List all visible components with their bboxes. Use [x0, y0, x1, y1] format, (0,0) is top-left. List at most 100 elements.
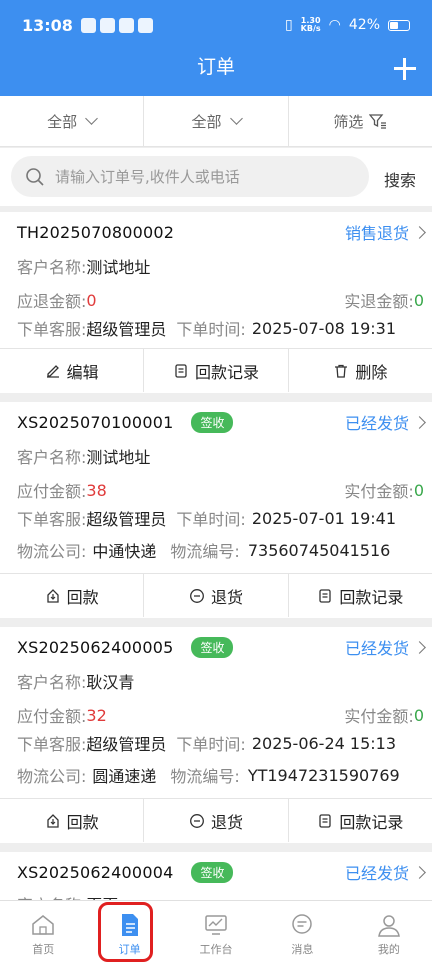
order-status-label: 销售退货 — [344, 224, 409, 243]
battery-icon — [388, 19, 410, 31]
tab-label: 工作台 — [199, 943, 233, 956]
order-number: TH2025070800002 — [17, 222, 175, 242]
record-icon — [175, 363, 187, 378]
order-time: 2025-07-08 19:31 — [251, 318, 397, 338]
tab-messages[interactable]: 消息 — [259, 901, 345, 964]
customer-label: 客户名称: — [17, 673, 87, 692]
page-title: 订单 — [196, 56, 235, 78]
due-label: 应付金额: — [17, 482, 87, 501]
status-time: 13:08 — [22, 15, 73, 35]
chevron-right-icon — [413, 415, 426, 429]
staff-name: 超级管理员 — [86, 735, 167, 754]
payment-icon — [47, 813, 59, 828]
return-button[interactable]: 退货 — [144, 574, 289, 617]
time-label: 下单时间: — [176, 510, 246, 529]
order-number: XS2025062400005 — [17, 637, 174, 657]
tracking-label: 物流编号: — [170, 542, 240, 561]
tab-label: 消息 — [291, 943, 314, 956]
tracking-number: 73560745041516 — [247, 540, 391, 560]
amount-paid: 0 — [413, 480, 424, 500]
order-status[interactable]: 已经发货 — [344, 860, 426, 884]
order-actions: 编辑 回款记录 删除 — [0, 348, 432, 392]
order-time: 2025-07-01 19:41 — [251, 508, 397, 528]
trash-icon — [335, 364, 348, 378]
order-icon — [121, 914, 138, 936]
record-icon — [319, 588, 331, 603]
amount-due: 38 — [86, 480, 107, 500]
tab-orders[interactable]: 订单 — [86, 901, 172, 964]
tracking-number: YT1947231590769 — [247, 765, 400, 785]
tab-label: 我的 — [377, 943, 400, 956]
filter-screen[interactable]: 筛选 — [289, 96, 432, 146]
tab-label: 订单 — [118, 943, 141, 956]
search-icon — [26, 167, 44, 186]
delete-label: 删除 — [355, 362, 388, 382]
order-status[interactable]: 销售退货 — [344, 220, 426, 244]
payment-record-button[interactable]: 回款记录 — [289, 574, 432, 617]
logistics-label: 物流公司: — [17, 767, 87, 786]
chevron-right-icon — [413, 640, 426, 654]
order-status-label: 已经发货 — [344, 864, 409, 883]
staff-label: 下单客服: — [17, 510, 87, 529]
search-button[interactable]: 搜索 — [384, 167, 416, 191]
order-number: XS2025062400004 — [17, 862, 174, 882]
paid-label: 实付金额: — [344, 482, 414, 501]
time-label: 下单时间: — [176, 320, 246, 339]
logistics-company: 圆通速递 — [92, 767, 157, 786]
payment-record-button[interactable]: 回款记录 — [144, 349, 289, 392]
edit-label: 编辑 — [66, 362, 99, 382]
filter-label: 全部 — [47, 112, 78, 131]
amount-due: 0 — [86, 290, 97, 310]
filter-label: 全部 — [191, 112, 222, 131]
staff-label: 下单客服: — [17, 320, 87, 339]
order-status-label: 已经发货 — [344, 639, 409, 658]
filter-all-1[interactable]: 全部 — [0, 96, 145, 146]
edit-button[interactable]: 编辑 — [0, 349, 145, 392]
order-actions: 回款 退货 回款记录 — [0, 573, 432, 617]
network-speed: 1.30 KB/s — [300, 16, 321, 33]
return-button[interactable]: 退货 — [144, 799, 289, 842]
payment-icon — [47, 588, 59, 603]
add-order-button[interactable] — [392, 56, 418, 82]
return-label: 退货 — [210, 812, 243, 832]
filter-all-2[interactable]: 全部 — [144, 96, 289, 146]
staff-name: 超级管理员 — [86, 320, 167, 339]
customer-label: 客户名称: — [17, 448, 87, 467]
payment-record-label: 回款记录 — [339, 812, 404, 832]
paid-label: 实付金额: — [344, 707, 414, 726]
customer-name: 测试地址 — [86, 448, 151, 467]
customer-name: 测试地址 — [86, 258, 151, 277]
status-right: ▯ 1.30 KB/s ◠ 42% — [285, 17, 410, 33]
tab-profile[interactable]: 我的 — [346, 901, 432, 964]
payment-record-label: 回款记录 — [194, 362, 259, 382]
tab-workbench[interactable]: 工作台 — [173, 901, 259, 964]
customer-name: 耿汉青 — [86, 673, 135, 692]
amount-due: 32 — [86, 705, 107, 725]
edit-icon — [46, 364, 59, 378]
profile-icon — [377, 915, 400, 937]
delete-button[interactable]: 删除 — [289, 349, 432, 392]
payment-button[interactable]: 回款 — [0, 799, 145, 842]
payment-record-label: 回款记录 — [339, 587, 404, 607]
order-card[interactable]: XS2025070100001 签收 已经发货 客户名称: 测试地址 应付金额:… — [0, 402, 432, 618]
payment-record-button[interactable]: 回款记录 — [289, 799, 432, 842]
record-icon — [319, 813, 331, 828]
payment-button[interactable]: 回款 — [0, 574, 145, 617]
paid-label: 实退金额: — [344, 292, 414, 311]
order-status[interactable]: 已经发货 — [345, 410, 426, 434]
logistics-company: 中通快递 — [92, 542, 157, 561]
order-status[interactable]: 已经发货 — [344, 635, 426, 659]
search-input[interactable] — [55, 167, 355, 186]
tab-label: 首页 — [32, 943, 55, 956]
tab-home[interactable]: 首页 — [0, 901, 86, 964]
order-actions: 回款 退货 回款记录 — [0, 798, 432, 842]
minus-circle-icon — [190, 588, 204, 603]
notification-icons — [80, 17, 153, 33]
workbench-icon — [205, 915, 227, 935]
app-header: 13:08 ▯ 1.30 KB/s ◠ 42% 订单 — [0, 0, 432, 96]
order-card[interactable]: XS2025062400005 签收 已经发货 客户名称: 耿汉青 应付金额: … — [0, 627, 432, 843]
battery-percent: 42% — [348, 17, 380, 33]
chevron-down-icon — [85, 112, 99, 125]
amount-paid: 0 — [413, 290, 424, 310]
order-card[interactable]: TH2025070800002 销售退货 客户名称: 测试地址 应退金额: 0 … — [0, 212, 432, 393]
